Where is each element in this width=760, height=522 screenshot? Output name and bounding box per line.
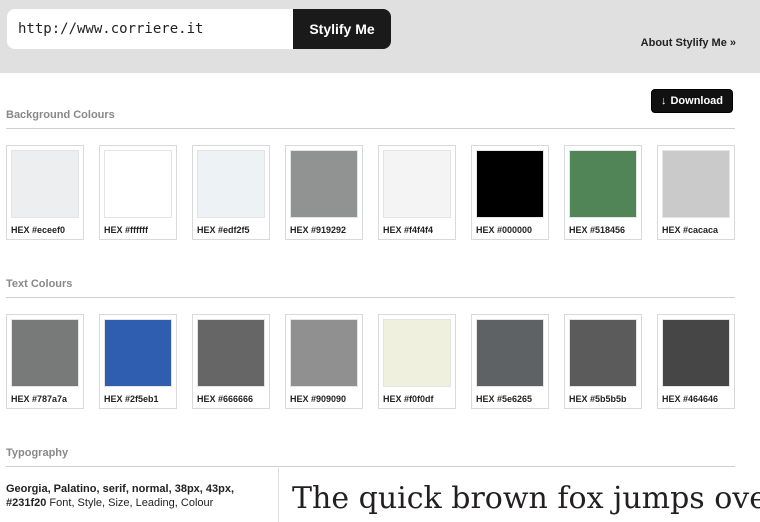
hex-label: HEX #919292 (290, 225, 347, 235)
colour-swatch: HEX #787a7a (6, 314, 84, 409)
hex-label: HEX #2f5eb1 (104, 394, 159, 404)
section-divider (6, 128, 735, 129)
colour-chip (290, 319, 358, 387)
section-divider (6, 466, 735, 467)
colour-swatch: HEX #000000 (471, 145, 549, 240)
background-colours-swatches: HEX #eceef0 HEX #ffffff HEX #edf2f5 HEX #91… (6, 145, 735, 240)
colour-swatch: HEX #f0f0df (378, 314, 456, 409)
colour-chip (383, 150, 451, 218)
colour-chip (104, 150, 172, 218)
hex-label: HEX #787a7a (11, 394, 68, 404)
colour-swatch: HEX #eceef0 (6, 145, 84, 240)
header-bar: Stylify Me About Stylify Me » (0, 0, 760, 73)
colour-swatch: HEX #2f5eb1 (99, 314, 177, 409)
about-stylify-me-link[interactable]: About Stylify Me » (641, 37, 736, 49)
hex-label: HEX #f4f4f4 (383, 225, 434, 235)
hex-label: HEX #ffffff (104, 225, 148, 235)
colour-swatch: HEX #909090 (285, 314, 363, 409)
colour-swatch: HEX #666666 (192, 314, 270, 409)
hex-label: HEX #f0f0df (383, 394, 434, 404)
typography-heading: Typography (6, 447, 69, 459)
colour-chip (476, 150, 544, 218)
hex-label: HEX #eceef0 (11, 225, 66, 235)
colour-chip (290, 150, 358, 218)
hex-label: HEX #666666 (197, 394, 254, 404)
hex-label: HEX #518456 (569, 225, 626, 235)
text-colours-heading: Text Colours (6, 278, 73, 290)
colour-swatch: HEX #f4f4f4 (378, 145, 456, 240)
typography-divider (278, 468, 279, 522)
colour-chip (569, 150, 637, 218)
colour-swatch: HEX #5b5b5b (564, 314, 642, 409)
arrow-down-icon: ↓ (660, 95, 667, 107)
colour-swatch: HEX #5e6265 (471, 314, 549, 409)
colour-swatch: HEX #464646 (657, 314, 735, 409)
hex-label: HEX #464646 (662, 394, 719, 404)
colour-swatch: HEX #edf2f5 (192, 145, 270, 240)
colour-swatch: HEX #919292 (285, 145, 363, 240)
colour-chip (476, 319, 544, 387)
background-colours-heading: Background Colours (6, 109, 115, 121)
colour-chip (662, 319, 730, 387)
colour-chip (383, 319, 451, 387)
download-button[interactable]: ↓ Download (651, 89, 733, 113)
colour-chip (197, 319, 265, 387)
colour-chip (11, 150, 79, 218)
hex-label: HEX #000000 (476, 225, 533, 235)
stylify-me-button[interactable]: Stylify Me (293, 9, 391, 49)
colour-swatch: HEX #cacaca (657, 145, 735, 240)
colour-chip (11, 319, 79, 387)
section-divider (6, 297, 735, 298)
typography-sample-text: The quick brown fox jumps over the lazy … (292, 481, 760, 516)
hex-label: HEX #cacaca (662, 225, 719, 235)
hex-label: HEX #5b5b5b (569, 394, 627, 404)
colour-swatch: HEX #ffffff (99, 145, 177, 240)
typography-spec: Georgia, Palatino, serif, normal, 38px, … (6, 482, 274, 510)
typography-spec-description: Font, Style, Size, Leading, Colour (46, 497, 214, 509)
text-colours-swatches: HEX #787a7a HEX #2f5eb1 HEX #666666 HEX #90… (6, 314, 735, 409)
colour-chip (104, 319, 172, 387)
hex-label: HEX #edf2f5 (197, 225, 250, 235)
hex-label: HEX #909090 (290, 394, 347, 404)
colour-chip (569, 319, 637, 387)
hex-label: HEX #5e6265 (476, 394, 533, 404)
colour-chip (197, 150, 265, 218)
colour-swatch: HEX #518456 (564, 145, 642, 240)
download-label: Download (670, 95, 724, 107)
colour-chip (662, 150, 730, 218)
url-input[interactable] (7, 9, 297, 49)
